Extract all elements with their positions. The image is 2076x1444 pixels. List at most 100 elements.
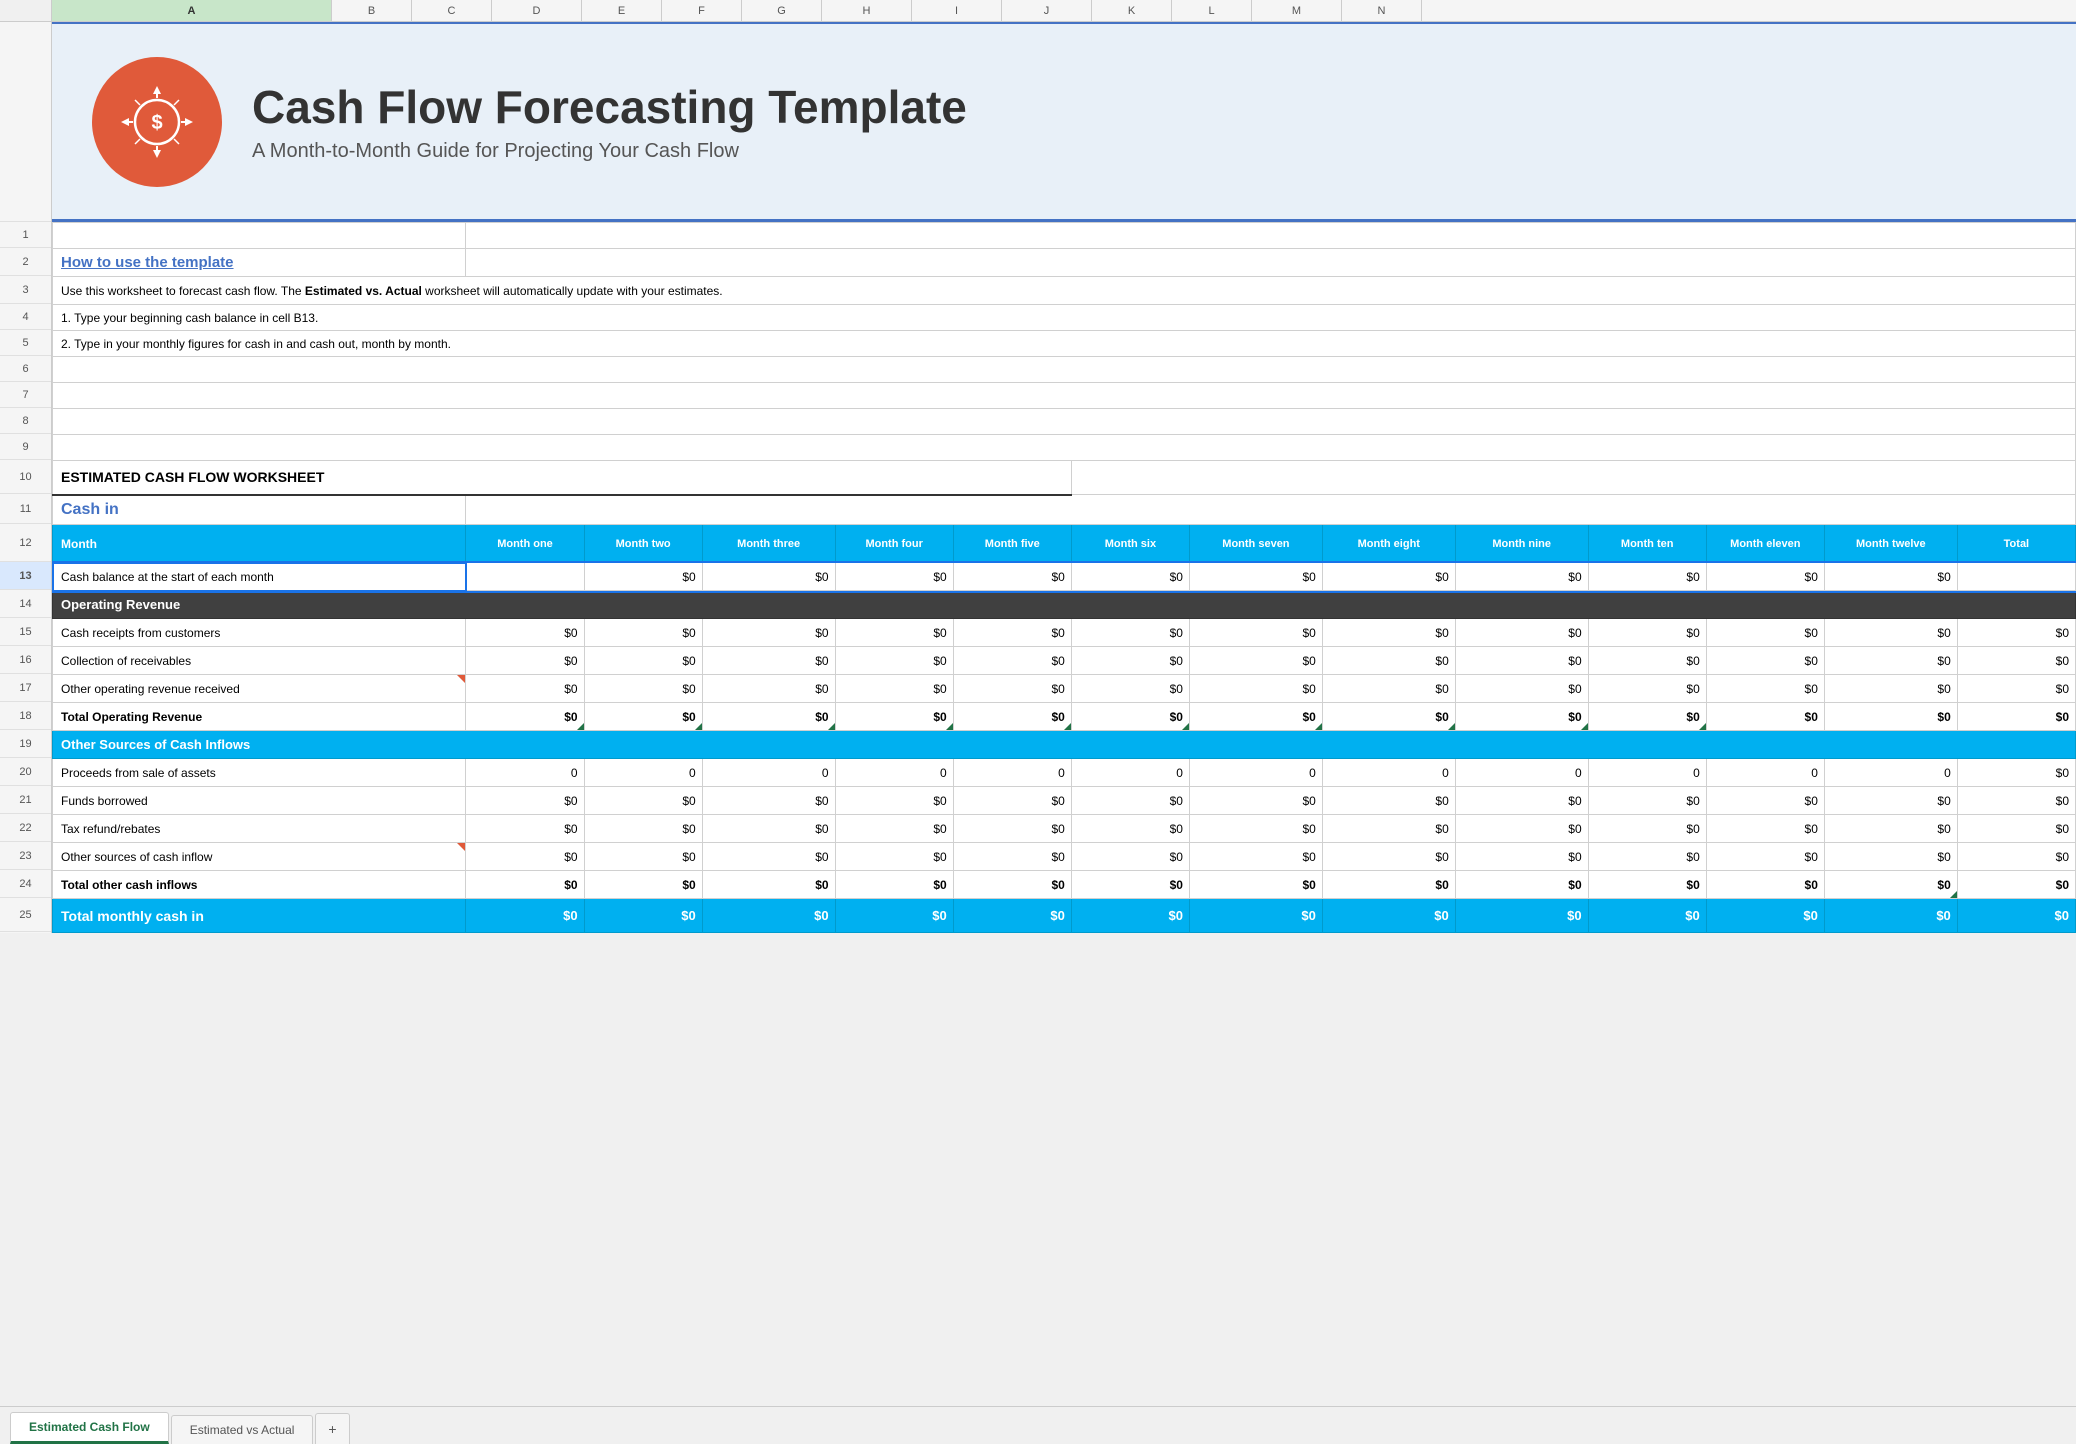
col-header-f[interactable]: F bbox=[662, 0, 742, 21]
cell-r23-l[interactable]: $0 bbox=[1706, 843, 1824, 871]
cell-r16-n[interactable]: $0 bbox=[1957, 647, 2075, 675]
cell-r16-k[interactable]: $0 bbox=[1588, 647, 1706, 675]
cell-r20-g[interactable]: 0 bbox=[1071, 759, 1189, 787]
cell-r21-a[interactable]: Funds borrowed bbox=[53, 787, 466, 815]
cell-r18-d[interactable]: $0 bbox=[702, 703, 835, 731]
row-num-11[interactable]: 11 bbox=[0, 494, 51, 524]
tab-estimated-vs-actual[interactable]: Estimated vs Actual bbox=[171, 1415, 314, 1444]
cell-r18-f[interactable]: $0 bbox=[953, 703, 1071, 731]
col-header-b[interactable]: B bbox=[332, 0, 412, 21]
cell-r17-j[interactable]: $0 bbox=[1455, 675, 1588, 703]
cell-r20-a[interactable]: Proceeds from sale of assets bbox=[53, 759, 466, 787]
cell-r18-m[interactable]: $0 bbox=[1824, 703, 1957, 731]
cell-r15-m[interactable]: $0 bbox=[1824, 619, 1957, 647]
cell-r20-j[interactable]: 0 bbox=[1455, 759, 1588, 787]
cell-r17-c[interactable]: $0 bbox=[584, 675, 702, 703]
cell-r23-b[interactable]: $0 bbox=[466, 843, 584, 871]
cell-r23-i[interactable]: $0 bbox=[1322, 843, 1455, 871]
cell-r16-h[interactable]: $0 bbox=[1189, 647, 1322, 675]
cell-r13-g[interactable]: $0 bbox=[1071, 563, 1189, 591]
cell-r13-d[interactable]: $0 bbox=[702, 563, 835, 591]
cell-r16-i[interactable]: $0 bbox=[1322, 647, 1455, 675]
cell-r21-l[interactable]: $0 bbox=[1706, 787, 1824, 815]
cell-r10[interactable]: ESTIMATED CASH FLOW WORKSHEET bbox=[53, 461, 1072, 495]
add-sheet-button[interactable]: + bbox=[315, 1413, 349, 1444]
cell-r17-h[interactable]: $0 bbox=[1189, 675, 1322, 703]
cell-r24-a[interactable]: Total other cash inflows bbox=[53, 871, 466, 899]
cell-r5[interactable]: 2. Type in your monthly figures for cash… bbox=[53, 331, 2076, 357]
cell-r21-d[interactable]: $0 bbox=[702, 787, 835, 815]
cell-r13-k[interactable]: $0 bbox=[1588, 563, 1706, 591]
cell-r17-f[interactable]: $0 bbox=[953, 675, 1071, 703]
cell-r21-c[interactable]: $0 bbox=[584, 787, 702, 815]
cell-r24-c[interactable]: $0 bbox=[584, 871, 702, 899]
cell-r16-g[interactable]: $0 bbox=[1071, 647, 1189, 675]
cell-r16-c[interactable]: $0 bbox=[584, 647, 702, 675]
cell-r21-j[interactable]: $0 bbox=[1455, 787, 1588, 815]
col-header-h[interactable]: H bbox=[822, 0, 912, 21]
cell-r22-f[interactable]: $0 bbox=[953, 815, 1071, 843]
cell-r20-h[interactable]: 0 bbox=[1189, 759, 1322, 787]
cell-r15-f[interactable]: $0 bbox=[953, 619, 1071, 647]
cell-r20-k[interactable]: 0 bbox=[1588, 759, 1706, 787]
cell-r20-c[interactable]: 0 bbox=[584, 759, 702, 787]
tab-estimated-cash-flow[interactable]: Estimated Cash Flow bbox=[10, 1412, 169, 1444]
cell-r16-b[interactable]: $0 bbox=[466, 647, 584, 675]
cell-r22-c[interactable]: $0 bbox=[584, 815, 702, 843]
cell-r1-a[interactable] bbox=[53, 223, 466, 249]
cell-r13-e[interactable]: $0 bbox=[835, 563, 953, 591]
row-num-7[interactable]: 7 bbox=[0, 382, 51, 408]
cell-r23-h[interactable]: $0 bbox=[1189, 843, 1322, 871]
cell-r23-j[interactable]: $0 bbox=[1455, 843, 1588, 871]
cell-r23-n[interactable]: $0 bbox=[1957, 843, 2075, 871]
cell-r21-g[interactable]: $0 bbox=[1071, 787, 1189, 815]
cell-r18-e[interactable]: $0 bbox=[835, 703, 953, 731]
cell-r22-k[interactable]: $0 bbox=[1588, 815, 1706, 843]
cell-r18-c[interactable]: $0 bbox=[584, 703, 702, 731]
col-header-d[interactable]: D bbox=[492, 0, 582, 21]
row-num-23[interactable]: 23 bbox=[0, 842, 51, 870]
cell-r22-d[interactable]: $0 bbox=[702, 815, 835, 843]
cell-r17-b[interactable]: $0 bbox=[466, 675, 584, 703]
cell-r18-i[interactable]: $0 bbox=[1322, 703, 1455, 731]
col-header-j[interactable]: J bbox=[1002, 0, 1092, 21]
cell-r22-l[interactable]: $0 bbox=[1706, 815, 1824, 843]
cell-r15-d[interactable]: $0 bbox=[702, 619, 835, 647]
cell-r23-c[interactable]: $0 bbox=[584, 843, 702, 871]
row-num-18[interactable]: 18 bbox=[0, 702, 51, 730]
cell-r15-g[interactable]: $0 bbox=[1071, 619, 1189, 647]
cell-r16-m[interactable]: $0 bbox=[1824, 647, 1957, 675]
row-num-5[interactable]: 5 bbox=[0, 330, 51, 356]
cell-r2-a[interactable]: How to use the template bbox=[53, 249, 466, 277]
row-num-3[interactable]: 3 bbox=[0, 276, 51, 304]
cell-r16-a[interactable]: Collection of receivables bbox=[53, 647, 466, 675]
cell-r17-i[interactable]: $0 bbox=[1322, 675, 1455, 703]
cell-r15-n[interactable]: $0 bbox=[1957, 619, 2075, 647]
row-num-21[interactable]: 21 bbox=[0, 786, 51, 814]
cell-r13-h[interactable]: $0 bbox=[1189, 563, 1322, 591]
row-num-8[interactable]: 8 bbox=[0, 408, 51, 434]
col-header-c[interactable]: C bbox=[412, 0, 492, 21]
cell-r3[interactable]: Use this worksheet to forecast cash flow… bbox=[53, 277, 2076, 305]
cell-r17-e[interactable]: $0 bbox=[835, 675, 953, 703]
row-num-19[interactable]: 19 bbox=[0, 730, 51, 758]
row-num-14[interactable]: 14 bbox=[0, 590, 51, 618]
cell-r20-l[interactable]: 0 bbox=[1706, 759, 1824, 787]
row-num-20[interactable]: 20 bbox=[0, 758, 51, 786]
cell-r13-c[interactable]: $0 bbox=[584, 563, 702, 591]
cell-r13-n[interactable] bbox=[1957, 563, 2075, 591]
col-header-m[interactable]: M bbox=[1252, 0, 1342, 21]
cell-r4[interactable]: 1. Type your beginning cash balance in c… bbox=[53, 305, 2076, 331]
cell-r23-m[interactable]: $0 bbox=[1824, 843, 1957, 871]
cell-r18-h[interactable]: $0 bbox=[1189, 703, 1322, 731]
cell-r23-g[interactable]: $0 bbox=[1071, 843, 1189, 871]
cell-r20-b[interactable]: 0 bbox=[466, 759, 584, 787]
row-num-6[interactable]: 6 bbox=[0, 356, 51, 382]
cell-r13-m[interactable]: $0 bbox=[1824, 563, 1957, 591]
cell-r21-f[interactable]: $0 bbox=[953, 787, 1071, 815]
cell-r18-k[interactable]: $0 bbox=[1588, 703, 1706, 731]
cell-r23-e[interactable]: $0 bbox=[835, 843, 953, 871]
row-num-2[interactable]: 2 bbox=[0, 248, 51, 276]
cell-r15-k[interactable]: $0 bbox=[1588, 619, 1706, 647]
cell-r23-d[interactable]: $0 bbox=[702, 843, 835, 871]
